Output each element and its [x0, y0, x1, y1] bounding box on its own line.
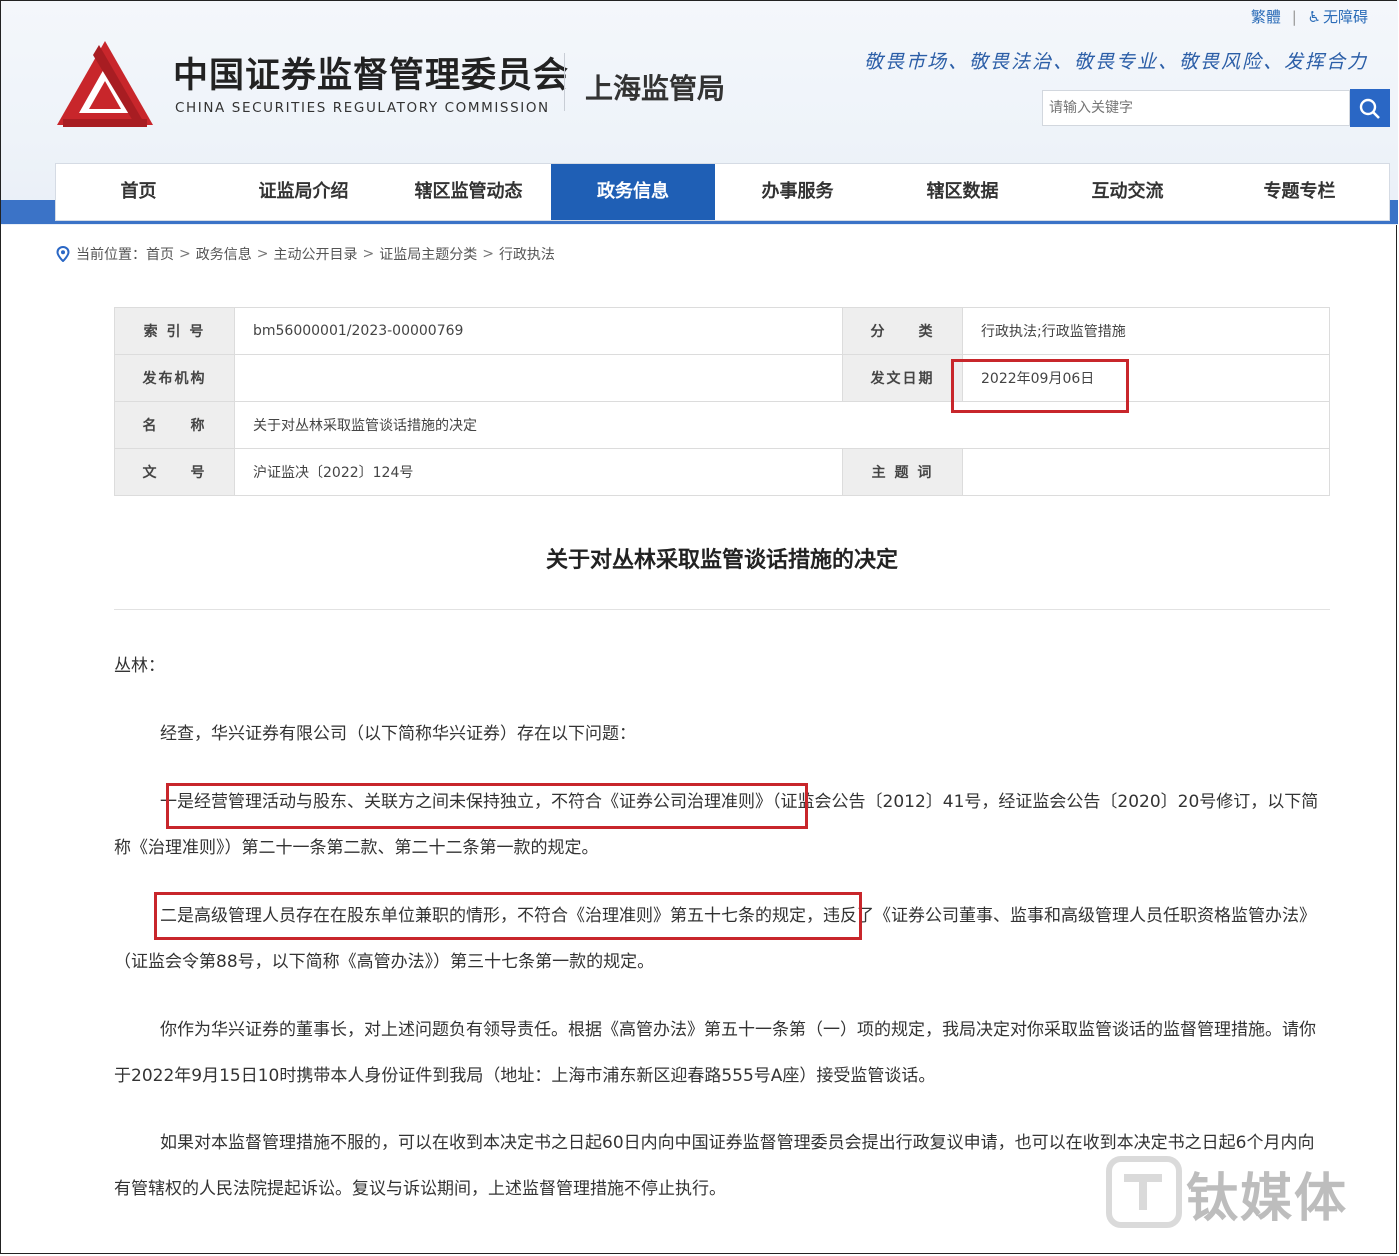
csrc-logo-icon[interactable] — [53, 37, 157, 133]
breadcrumb-government-info[interactable]: 政务信息 — [196, 244, 252, 264]
index-label: 索 引 号 — [114, 307, 235, 355]
nav-item-regional-data[interactable]: 辖区数据 — [880, 164, 1045, 220]
nav-item-services[interactable]: 办事服务 — [715, 164, 880, 220]
watermark-logo-icon — [1106, 1156, 1182, 1228]
keyword-value — [962, 448, 1330, 496]
issue-one-highlight-box — [166, 783, 808, 829]
table-row: 索 引 号 bm56000001/2023-00000769 分 类 行政执法;… — [114, 307, 1330, 355]
bureau-name: 上海监管局 — [585, 72, 726, 105]
category-label: 分 类 — [842, 307, 963, 355]
org-name-cn: 中国证券监督管理委员会 — [173, 56, 570, 96]
publisher-value — [234, 354, 843, 402]
keyword-label: 主 题 词 — [842, 448, 963, 496]
breadcrumb-public-catalog[interactable]: 主动公开目录 — [273, 244, 357, 264]
breadcrumb-separator: > — [362, 246, 375, 262]
paragraph-1: 经查，华兴证券有限公司（以下简称华兴证券）存在以下问题： — [160, 724, 636, 744]
nav-item-special-topics[interactable]: 专题专栏 — [1210, 164, 1389, 220]
breadcrumb-topic-category[interactable]: 证监局主题分类 — [379, 244, 477, 264]
traditional-chinese-link[interactable]: 繁體 — [1251, 8, 1281, 26]
accessibility-link[interactable]: 无障碍 — [1323, 8, 1368, 26]
table-row: 文 号 沪证监决〔2022〕124号 主 题 词 — [114, 448, 1330, 496]
breadcrumb: 当前位置： 首页 > 政务信息 > 主动公开目录 > 证监局主题分类 > 行政执… — [56, 244, 555, 264]
doc-number-value: 沪证监决〔2022〕124号 — [234, 448, 843, 496]
nav-item-bureau-intro[interactable]: 证监局介绍 — [221, 164, 386, 220]
breadcrumb-home[interactable]: 首页 — [146, 244, 174, 264]
title-divider — [114, 609, 1330, 610]
top-links: 繁體 | ♿ 无障碍 — [1245, 6, 1368, 27]
issue-date-label: 发文日期 — [842, 354, 963, 402]
org-name-en: CHINA SECURITIES REGULATORY COMMISSION — [175, 100, 550, 116]
watermark-text: 钛媒体 — [1186, 1169, 1349, 1229]
top-links-separator: | — [1291, 8, 1297, 26]
header-divider — [564, 53, 565, 111]
nav-item-home[interactable]: 首页 — [56, 164, 221, 220]
doc-name-label: 名 称 — [114, 401, 235, 449]
motto: 敬畏市场、敬畏法治、敬畏专业、敬畏风险、发挥合力 — [863, 51, 1368, 73]
search-input[interactable] — [1042, 90, 1350, 126]
breadcrumb-separator: > — [482, 246, 494, 262]
doc-name-value: 关于对丛林采取监管谈话措施的决定 — [234, 401, 1330, 449]
search-icon — [1359, 98, 1380, 119]
category-value: 行政执法;行政监管措施 — [962, 307, 1330, 355]
document-metadata-table: 索 引 号 bm56000001/2023-00000769 分 类 行政执法;… — [114, 307, 1330, 496]
document-title: 关于对丛林采取监管谈话措施的决定 — [545, 548, 898, 573]
nav-item-interaction[interactable]: 互动交流 — [1045, 164, 1210, 220]
breadcrumb-separator: > — [256, 246, 269, 262]
main-nav: 首页 证监局介绍 辖区监管动态 政务信息 办事服务 辖区数据 互动交流 专题专栏 — [55, 163, 1390, 221]
date-highlight-box — [951, 359, 1129, 413]
doc-number-label: 文 号 — [114, 448, 235, 496]
nav-item-government-info[interactable]: 政务信息 — [551, 164, 715, 220]
search-button[interactable] — [1350, 89, 1390, 127]
location-pin-icon — [56, 246, 70, 262]
paragraph-4: 你作为华兴证券的董事长，对上述问题负有领导责任。根据《高管办法》第五十一条第（一… — [114, 1020, 1316, 1086]
breadcrumb-prefix: 当前位置： — [76, 247, 146, 263]
breadcrumb-separator: > — [179, 246, 191, 262]
index-value: bm56000001/2023-00000769 — [234, 307, 843, 355]
publisher-label: 发布机构 — [114, 354, 235, 402]
table-row: 名 称 关于对丛林采取监管谈话措施的决定 — [114, 401, 1330, 449]
issue-two-highlight-box — [154, 892, 862, 940]
salutation: 丛林： — [114, 656, 165, 676]
table-row: 发布机构 发文日期 2022年09月06日 — [114, 354, 1330, 402]
breadcrumb-admin-enforcement[interactable]: 行政执法 — [499, 244, 555, 264]
nav-item-regional-news[interactable]: 辖区监管动态 — [386, 164, 551, 220]
accessibility-icon[interactable]: ♿ — [1308, 8, 1321, 26]
